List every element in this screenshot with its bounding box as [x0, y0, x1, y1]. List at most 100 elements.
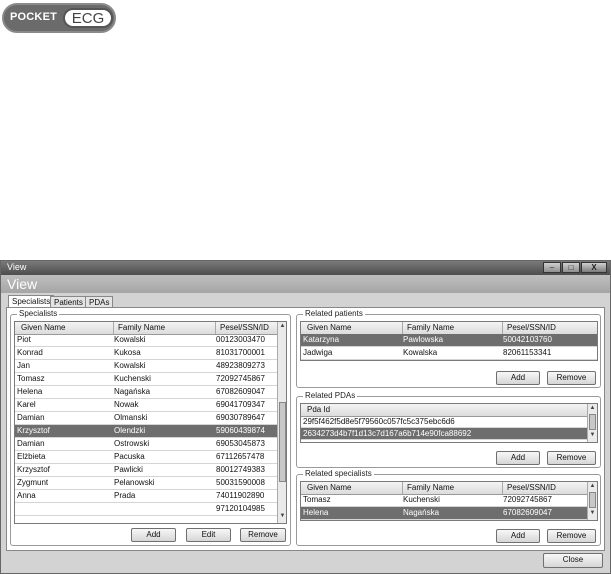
table-cell: 82061153341 — [503, 348, 552, 357]
table-cell: Krzysztof — [17, 426, 50, 435]
add-specialist-button[interactable]: Add — [131, 528, 176, 542]
related-patients-group-label: Related patients — [303, 309, 365, 318]
scroll-up-icon[interactable]: ▲ — [588, 404, 597, 413]
table-cell: 50042103760 — [503, 335, 552, 344]
column-header[interactable]: Family Name — [407, 323, 454, 332]
table-cell: Jadwiga — [303, 348, 333, 357]
table-cell: Katarzyna — [303, 335, 340, 344]
edit-specialist-button[interactable]: Edit — [186, 528, 231, 542]
add-patient-button[interactable]: Add — [496, 371, 540, 385]
table-cell: 67082609047 — [216, 387, 265, 396]
tab-page-specialists: Specialists Given Name Family Name Pesel/S… — [6, 307, 605, 551]
table-row[interactable]: Tomasz Kuchenski 72092745867 — [301, 494, 587, 507]
table-row[interactable]: 97120104985 — [15, 503, 277, 516]
remove-specialist-button[interactable]: Remove — [240, 528, 286, 542]
column-separator — [113, 322, 114, 334]
table-row[interactable]: Elżbieta Pacuska 67112657478 — [15, 451, 277, 464]
column-header[interactable]: Given Name — [21, 323, 65, 332]
column-header[interactable]: Given Name — [307, 323, 351, 332]
table-cell: Olendzki — [114, 426, 146, 435]
remove-related-specialist-button[interactable]: Remove — [547, 529, 596, 543]
table-row[interactable]: Helena Nagańska 67082609047 — [15, 386, 277, 399]
scroll-thumb[interactable] — [589, 414, 596, 430]
column-separator — [502, 482, 503, 494]
maximize-icon[interactable]: □ — [562, 262, 580, 273]
related-patients-table[interactable]: Given Name Family Name Pesel/SSN/ID Katarzy… — [300, 321, 598, 361]
table-cell: Pacuska — [114, 452, 145, 461]
remove-patient-button[interactable]: Remove — [547, 371, 596, 385]
table-row[interactable]: Tomasz Kuchenski 72092745867 — [15, 373, 277, 386]
vertical-scrollbar[interactable]: ▲ ▼ — [277, 322, 286, 523]
column-header[interactable]: Given Name — [307, 483, 351, 492]
table-cell: 74011902890 — [216, 491, 265, 500]
logo-left-text: POCKET — [10, 11, 58, 23]
table-cell: Kowalska — [403, 348, 438, 357]
scroll-up-icon[interactable]: ▲ — [588, 482, 597, 491]
related-pdas-group-label: Related PDAs — [303, 391, 358, 400]
scroll-down-icon[interactable]: ▼ — [278, 512, 286, 521]
column-header[interactable]: Pesel/SSN/ID — [507, 323, 556, 332]
remove-pda-button[interactable]: Remove — [547, 451, 596, 465]
table-cell: Kowalski — [114, 361, 146, 370]
view-window: View – □ X View Specialists Patients PDA… — [0, 260, 611, 574]
table-cell: 97120104985 — [216, 504, 265, 513]
related-specialists-group-label: Related specialists — [303, 469, 374, 478]
scroll-up-icon[interactable]: ▲ — [278, 322, 286, 331]
scroll-thumb[interactable] — [589, 492, 596, 508]
table-row[interactable]: Karel Nowak 69041709347 — [15, 399, 277, 412]
scroll-down-icon[interactable]: ▼ — [588, 509, 597, 518]
close-icon[interactable]: X — [581, 262, 607, 273]
table-row[interactable]: Damian Ostrowski 69053045873 — [15, 438, 277, 451]
table-row[interactable]: 2634273d4b7f1d13c7d167a6b714e90fca88692 — [301, 428, 587, 440]
table-cell: Olmanski — [114, 413, 148, 422]
table-cell: Tomasz — [303, 495, 331, 504]
title-bar[interactable]: View – □ X — [1, 261, 610, 275]
related-pdas-group: Related PDAs Pda Id 29f5f462f5d8e5f79560c… — [296, 391, 601, 468]
specialists-table[interactable]: Given Name Family Name Pesel/SSN/ID Piot Kow… — [14, 321, 287, 524]
table-row[interactable]: Katarzyna Pawlowska 50042103760 — [301, 334, 597, 347]
column-header[interactable]: Family Name — [407, 483, 454, 492]
table-row[interactable]: Zygmunt Pelanowski 50031590008 — [15, 477, 277, 490]
close-button[interactable]: Close — [543, 553, 603, 568]
related-specialists-table[interactable]: Given Name Family Name Pesel/SSN/ID Tomasz K… — [300, 481, 598, 521]
table-row[interactable]: 29f5f462f5d8e5f79560c057fc5c375ebc6d6 — [301, 416, 587, 428]
column-separator — [215, 322, 216, 334]
table-cell: Kukosa — [114, 348, 141, 357]
add-pda-button[interactable]: Add — [496, 451, 540, 465]
vertical-scrollbar[interactable]: ▲ ▼ — [587, 404, 597, 442]
table-row[interactable]: Damian Olmanski 69030789647 — [15, 412, 277, 425]
table-cell: 2634273d4b7f1d13c7d167a6b714e90fca88692 — [303, 429, 472, 438]
table-row[interactable]: Anna Prada 74011902890 — [15, 490, 277, 503]
table-cell: Karel — [17, 400, 36, 409]
table-row[interactable]: Jadwiga Kowalska 82061153341 — [301, 347, 597, 360]
column-header[interactable]: Pesel/SSN/ID — [220, 323, 269, 332]
table-cell: Anna — [17, 491, 36, 500]
table-row[interactable]: Jan Kowalski 48923809273 — [15, 360, 277, 373]
table-cell: Elżbieta — [17, 452, 46, 461]
table-row[interactable]: Krzysztof Pawlicki 80012749383 — [15, 464, 277, 477]
table-cell: 72092745867 — [216, 374, 265, 383]
table-cell: Tomasz — [17, 374, 45, 383]
related-pdas-table[interactable]: Pda Id 29f5f462f5d8e5f79560c057fc5c375ebc… — [300, 403, 598, 443]
scroll-down-icon[interactable]: ▼ — [588, 431, 597, 440]
table-row[interactable]: Piot Kowalski 00123003470 — [15, 334, 277, 347]
table-cell: Piot — [17, 335, 31, 344]
minimize-icon[interactable]: – — [543, 262, 561, 273]
column-header[interactable]: Pda Id — [307, 405, 330, 414]
column-header[interactable]: Family Name — [118, 323, 165, 332]
table-cell: 50031590008 — [216, 478, 265, 487]
table-row[interactable]: Krzysztof Olendzki 59060439874 — [15, 425, 277, 438]
table-row[interactable]: Konrad Kukosa 81031700001 — [15, 347, 277, 360]
table-cell: Damian — [17, 413, 45, 422]
add-related-specialist-button[interactable]: Add — [496, 529, 540, 543]
column-separator — [402, 322, 403, 334]
vertical-scrollbar[interactable]: ▲ ▼ — [587, 482, 597, 520]
table-cell: Ostrowski — [114, 439, 150, 448]
column-header[interactable]: Pesel/SSN/ID — [507, 483, 556, 492]
table-row[interactable]: Helena Nagańska 67082609047 — [301, 507, 587, 520]
scroll-thumb[interactable] — [279, 402, 286, 482]
table-cell: 00123003470 — [216, 335, 265, 344]
table-cell: Helena — [303, 508, 329, 517]
table-cell: 67112657478 — [216, 452, 265, 461]
table-cell: 48923809273 — [216, 361, 265, 370]
